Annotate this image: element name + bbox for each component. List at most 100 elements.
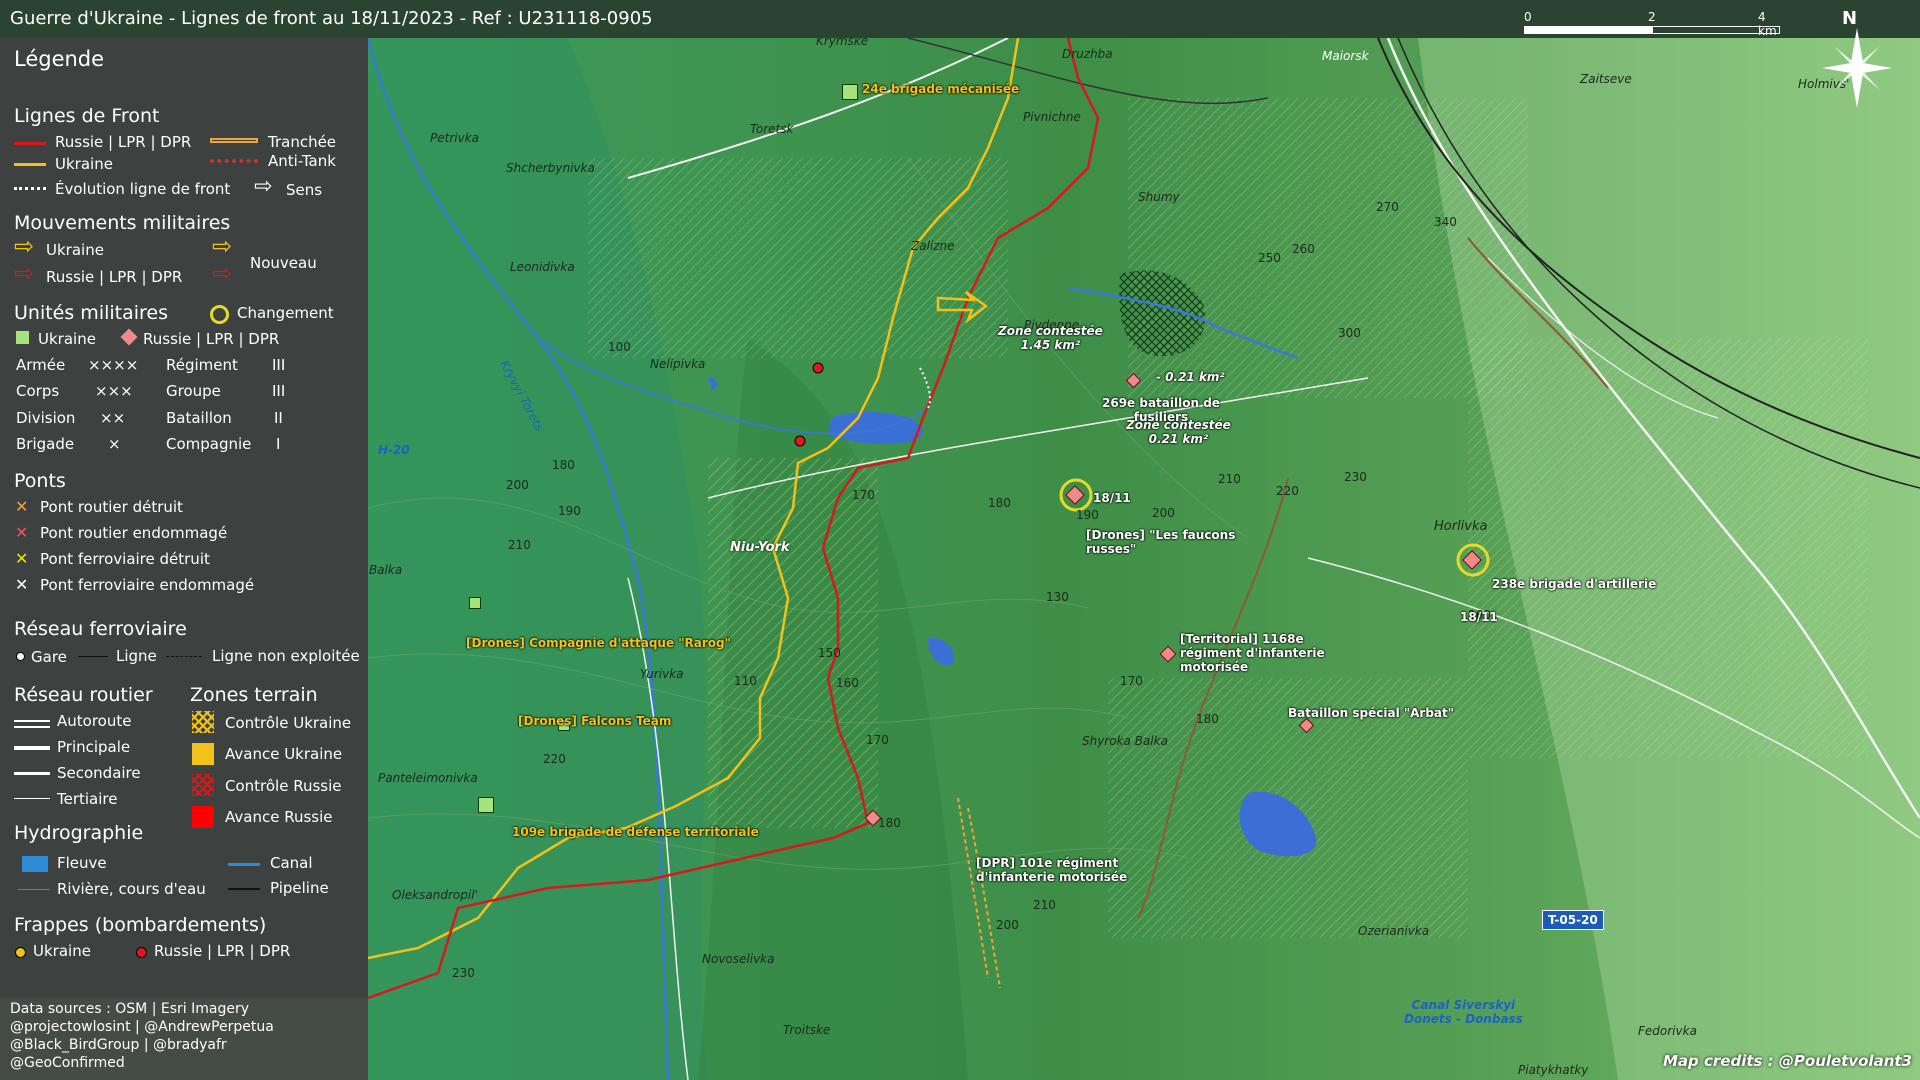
- rail-bridge-destroyed-icon: ✕: [15, 549, 29, 568]
- ukraine-unit-marker[interactable]: [842, 84, 858, 100]
- scale-bar: 0 2 4 km: [1524, 6, 1780, 38]
- ukraine-unit-marker[interactable]: [469, 597, 481, 609]
- place-label: Krymske: [816, 38, 869, 48]
- elevation-label: 150: [818, 646, 841, 660]
- legend-pipeline-label: Pipeline: [270, 879, 329, 897]
- legend-bridges-heading: Ponts: [14, 470, 66, 492]
- legend-echelon-label: Division: [16, 409, 76, 427]
- scale-tick-2: 2: [1648, 10, 1656, 24]
- elevation-label: 180: [552, 458, 575, 472]
- place-label: Maiorsk: [1322, 49, 1369, 63]
- elevation-label: 190: [1076, 508, 1099, 522]
- legend-strikes-heading: Frappes (bombardements): [14, 914, 267, 936]
- sources-line: Data sources : OSM | Esri Imagery: [10, 1001, 250, 1017]
- sources-line: @projectowlosint | @AndrewPerpetua: [10, 1019, 274, 1035]
- evolution-line-swatch: [14, 187, 46, 190]
- russia-new-arrow-icon: ⇨: [212, 259, 233, 287]
- map-credits: Map credits : @Pouletvolant3: [1663, 1052, 1912, 1070]
- legend-ukraine-line-label: Ukraine: [55, 155, 113, 173]
- elevation-label: 250: [1258, 251, 1281, 265]
- sources-line: @GeoConfirmed: [10, 1055, 125, 1071]
- legend-new-label: Nouveau: [250, 254, 317, 272]
- unit-label: [Drones] Falcons Team: [518, 714, 672, 728]
- legend-stream-label: Rivière, cours d'eau: [57, 880, 206, 898]
- legend-title: Légende: [14, 47, 105, 71]
- legend-moves-heading: Mouvements militaires: [14, 212, 231, 234]
- legend-move-ukraine-label: Ukraine: [46, 241, 104, 259]
- legend-hydro-heading: Hydrographie: [14, 822, 144, 844]
- place-label: Zaitseve: [1580, 72, 1632, 86]
- legend-road-label: Principale: [57, 738, 131, 756]
- place-label: Horlivka: [1434, 519, 1488, 534]
- place-label: Leonidivka: [510, 260, 575, 274]
- legend-trench-label: Tranchée: [268, 133, 337, 151]
- place-label: Zalizne: [911, 239, 955, 253]
- legend-change-label: Changement: [237, 304, 334, 322]
- elevation-label: 200: [996, 918, 1019, 932]
- place-label: Druzhba: [1062, 47, 1113, 61]
- legend-echelon-label: Régiment: [166, 356, 238, 374]
- elevation-label: 210: [508, 538, 531, 552]
- place-label: Toretsk: [750, 122, 794, 136]
- ukraine-line-swatch: [14, 163, 46, 166]
- contested-zone-label: - 0.21 km²: [1156, 370, 1225, 384]
- ukraine-unit-icon: [16, 331, 29, 344]
- legend-echelon-symbol: ×××: [95, 382, 133, 400]
- legend-echelon-label: Corps: [16, 382, 60, 400]
- legend-move-russia-label: Russie | LPR | DPR: [46, 268, 183, 286]
- place-label: Yurivka: [640, 667, 684, 681]
- rail-unused-swatch: [166, 656, 202, 657]
- main-road-swatch: [14, 746, 50, 750]
- legend-units-heading: Unités militaires: [14, 302, 169, 324]
- station-icon: [16, 652, 25, 661]
- unit-date-label: 18/11: [1093, 491, 1131, 505]
- unit-label: 269e bataillon de fusiliers: [1102, 396, 1220, 424]
- scale-tick-0: 0: [1524, 10, 1532, 24]
- place-label: Fedorivka: [1638, 1024, 1697, 1038]
- legend-bridge-label: Pont ferroviaire endommagé: [40, 576, 255, 594]
- elevation-label: 180: [878, 816, 901, 830]
- place-label: Panteleimonivka: [378, 771, 478, 785]
- elevation-label: 210: [1033, 898, 1056, 912]
- legend-front-heading: Lignes de Front: [14, 105, 160, 127]
- ukraine-strike-icon: [15, 947, 26, 958]
- russia-control-swatch: [192, 774, 214, 796]
- sources-line: @Black_BirdGroup | @bradyafr: [10, 1037, 227, 1053]
- elevation-label: 110: [734, 674, 757, 688]
- legend-unit-russia-label: Russie | LPR | DPR: [143, 330, 280, 348]
- legend-road-label: Autoroute: [57, 712, 132, 730]
- legend-bridge-label: Pont routier endommagé: [40, 524, 228, 542]
- legend-echelon-label: Groupe: [166, 382, 221, 400]
- legend-zones-heading: Zones terrain: [190, 684, 318, 706]
- elevation-label: 130: [1046, 590, 1069, 604]
- ukraine-advance-swatch: [192, 743, 214, 765]
- unit-label: [Drones] "Les faucons russes": [1086, 528, 1236, 556]
- elevation-label: 220: [1276, 484, 1299, 498]
- legend-roads-heading: Réseau routier: [14, 684, 153, 706]
- pipeline-swatch: [228, 888, 260, 890]
- place-label: Shyroka Balka: [1082, 734, 1168, 748]
- place-label: Troitske: [783, 1023, 831, 1037]
- road-badge: T-05-20: [1542, 910, 1604, 930]
- stream-swatch: [18, 889, 50, 890]
- legend-echelon-label: Brigade: [16, 435, 75, 453]
- elevation-label: 190: [558, 504, 581, 518]
- place-label: Shumy: [1138, 190, 1180, 204]
- legend-echelon-symbol: ××××: [88, 356, 139, 374]
- canal-label: Canal Siverskyi Donets - Donbass: [1404, 998, 1523, 1026]
- road-bridge-damaged-icon: ✕: [15, 523, 29, 542]
- legend-zone-label: Avance Russie: [225, 808, 333, 826]
- ukraine-unit-marker[interactable]: [478, 797, 494, 813]
- road-number-label: H-20: [378, 443, 410, 457]
- elevation-label: 200: [506, 478, 529, 492]
- unit-label: 109e brigade de défense territoriale: [512, 825, 759, 839]
- legend-unit-ukraine-label: Ukraine: [38, 330, 96, 348]
- elevation-label: 220: [543, 752, 566, 766]
- elevation-label: 180: [1196, 712, 1219, 726]
- place-label: Sukha Balka: [368, 563, 403, 577]
- map-area[interactable]: Krymske Druzhba Maiorsk Zaitseve Holmivs…: [368, 38, 1920, 1080]
- ukraine-control-swatch: [192, 711, 214, 733]
- road-bridge-destroyed-icon: ✕: [15, 497, 29, 516]
- elevation-label: 300: [1338, 326, 1361, 340]
- place-label: Petrivka: [430, 131, 479, 145]
